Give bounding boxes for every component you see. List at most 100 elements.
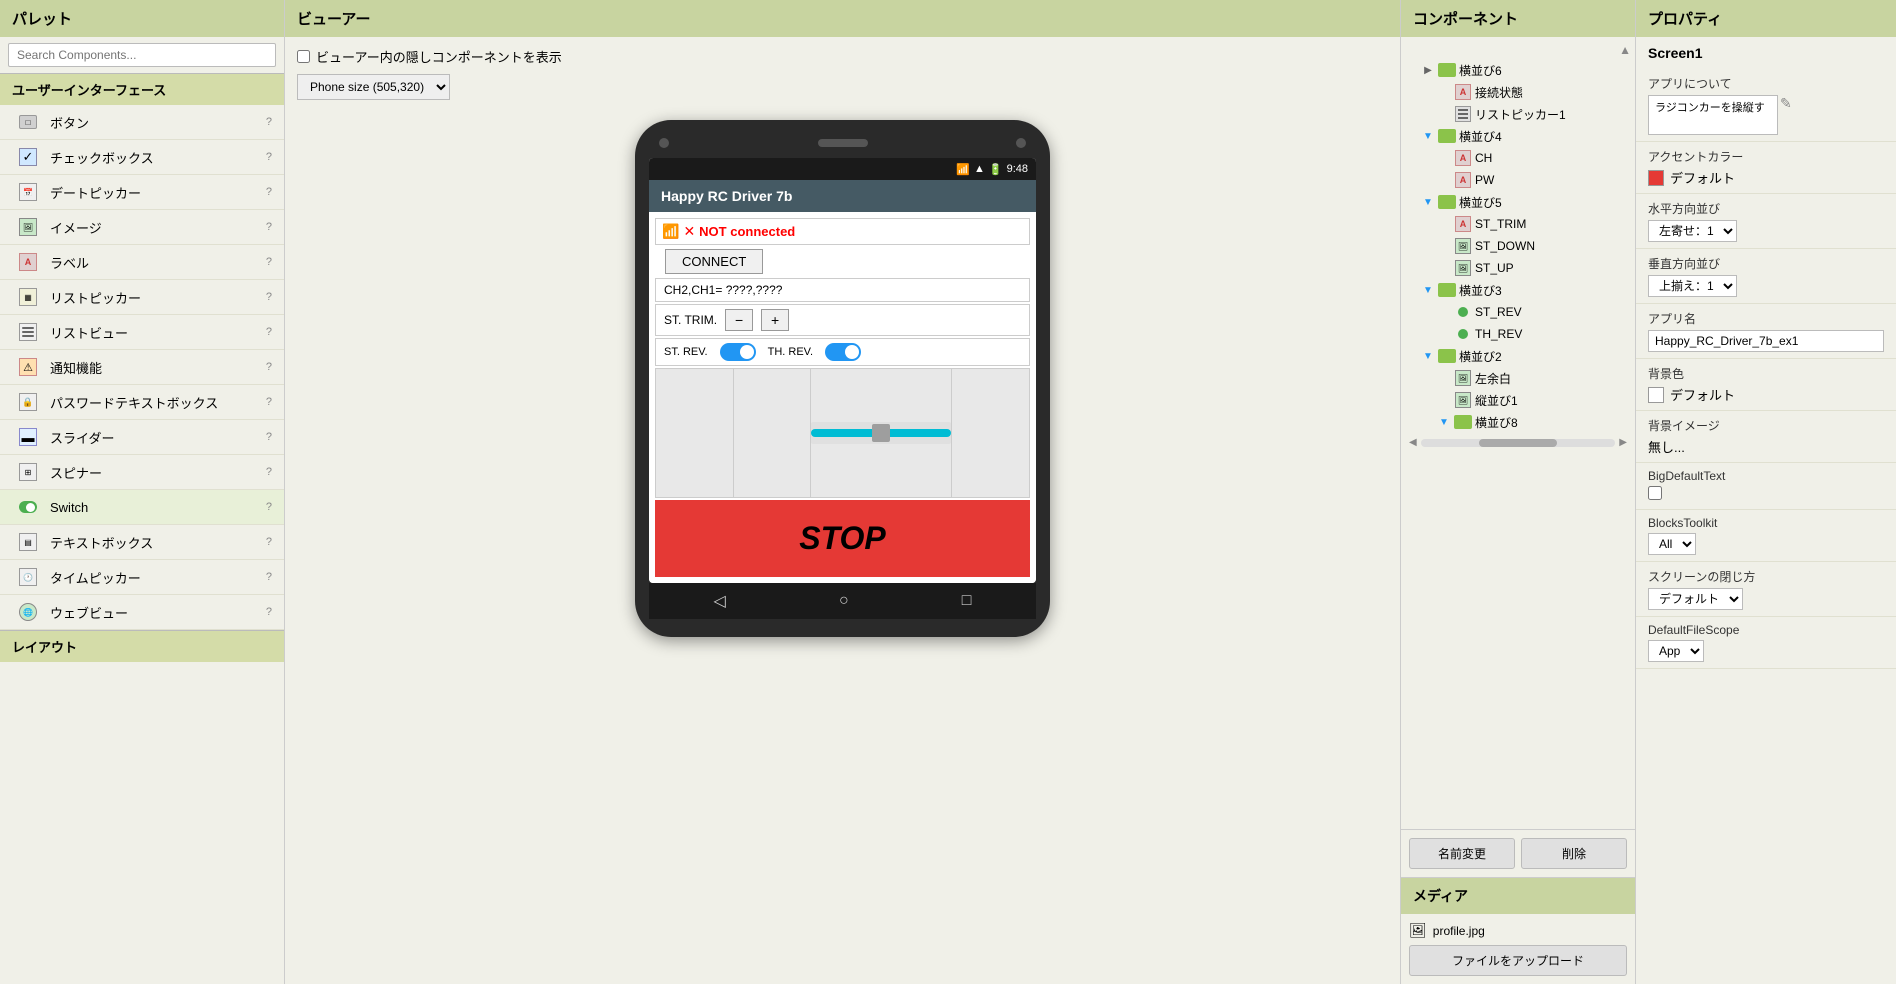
scroll-right-icon[interactable]: ▶ xyxy=(1615,437,1631,448)
phone-app-title: Happy RC Driver 7b xyxy=(661,188,792,204)
tree-item-pw[interactable]: A PW xyxy=(1401,169,1635,191)
tree-item-setsuzokujotai[interactable]: A 接続状態 xyxy=(1401,81,1635,103)
palette-item-label: スピナー xyxy=(50,463,266,482)
prop-appname-input[interactable] xyxy=(1648,330,1884,352)
upload-button[interactable]: ファイルをアップロード xyxy=(1409,945,1627,976)
prop-blockstoolkit-select[interactable]: All xyxy=(1648,533,1696,555)
expand-icon[interactable]: ▼ xyxy=(1421,283,1435,297)
palette-item-image[interactable]: 🖼 イメージ ? xyxy=(0,210,284,245)
delete-button[interactable]: 削除 xyxy=(1521,838,1627,869)
palette-item-label: リストピッカー xyxy=(50,288,266,307)
tree-item-strev[interactable]: ST_REV xyxy=(1401,301,1635,323)
notifier-icon: ⚠ xyxy=(16,355,40,379)
st-rev-label: ST. REV. xyxy=(664,346,708,358)
recents-button[interactable]: □ xyxy=(962,592,972,610)
scroll-up-area: ▲ xyxy=(1401,41,1635,59)
back-button[interactable]: ◁ xyxy=(714,591,726,611)
prop-valign-select[interactable]: 上揃え：1 xyxy=(1648,275,1737,297)
prop-about-textarea[interactable]: ラジコンカーを操縦す xyxy=(1648,95,1778,135)
expand-icon[interactable]: ▼ xyxy=(1421,129,1435,143)
th-rev-switch[interactable] xyxy=(825,343,861,361)
palette-item-timepicker[interactable]: 🕐 タイムピッカー ? xyxy=(0,560,284,595)
scrollbar-track[interactable] xyxy=(1421,439,1616,447)
folder-icon xyxy=(1438,193,1456,211)
bgcolor-swatch[interactable] xyxy=(1648,387,1664,403)
prop-halign-select[interactable]: 左寄せ：1 xyxy=(1648,220,1737,242)
palette-item-label: 通知機能 xyxy=(50,358,266,377)
viewer-title: ビューアー xyxy=(297,11,371,28)
prop-bgcolor-label: 背景色 xyxy=(1648,365,1884,382)
media-file-label: profile.jpg xyxy=(1433,924,1485,938)
tree-item-threv[interactable]: TH_REV xyxy=(1401,323,1635,345)
palette-item-button[interactable]: □ ボタン ? xyxy=(0,105,284,140)
home-button[interactable]: ○ xyxy=(839,592,849,610)
trim-minus-button[interactable]: − xyxy=(725,309,753,331)
palette-item-textbox[interactable]: ▤ テキストボックス ? xyxy=(0,525,284,560)
image-icon: 🖼 xyxy=(16,215,40,239)
phone-frame: 📶 ▲ 🔋 9:48 Happy RC Driver 7b 📶 ✕ NOT co… xyxy=(635,120,1050,637)
trim-plus-button[interactable]: + xyxy=(761,309,789,331)
prop-bigdefaulttext-checkbox[interactable] xyxy=(1648,486,1662,500)
tree-item-yokonarabi2[interactable]: ▼ 横並び2 xyxy=(1401,345,1635,367)
tree-item-sttrim[interactable]: A ST_TRIM xyxy=(1401,213,1635,235)
palette-item-label[interactable]: A ラベル ? xyxy=(0,245,284,280)
prop-screenclose-select[interactable]: デフォルト xyxy=(1648,588,1743,610)
stop-button[interactable]: STOP xyxy=(655,500,1030,577)
tree-item-stup[interactable]: 🖼 ST_UP xyxy=(1401,257,1635,279)
tree-label-sttrim: ST_TRIM xyxy=(1475,217,1526,231)
tree-item-yokonarabi6[interactable]: ▶ 横並び6 xyxy=(1401,59,1635,81)
expand-icon[interactable]: ▼ xyxy=(1421,349,1435,363)
palette-item-notifier[interactable]: ⚠ 通知機能 ? xyxy=(0,350,284,385)
palette-item-label: テキストボックス xyxy=(50,533,266,552)
properties-panel: プロパティ Screen1 アプリについて ラジコンカーを操縦す ✎ アクセント… xyxy=(1636,0,1896,984)
tree-label-yokonarabi2: 横並び2 xyxy=(1459,348,1502,365)
rename-button[interactable]: 名前変更 xyxy=(1409,838,1515,869)
prop-bgimage-value: 無し... xyxy=(1648,440,1685,455)
expand-icon[interactable]: ▼ xyxy=(1437,415,1451,429)
prop-filescope-select[interactable]: App xyxy=(1648,640,1704,662)
viewer-size-row: Phone size (505,320) xyxy=(297,74,1388,100)
expand-icon[interactable]: ▼ xyxy=(1421,195,1435,209)
checkbox-icon: ✓ xyxy=(16,145,40,169)
switch-tree-icon xyxy=(1454,325,1472,343)
tree-item-yokonarabi4[interactable]: ▼ 横並び4 xyxy=(1401,125,1635,147)
tree-label-yokonarabi3: 横並び3 xyxy=(1459,282,1502,299)
accentcolor-swatch[interactable] xyxy=(1648,170,1664,186)
connect-button[interactable]: CONNECT xyxy=(665,249,763,274)
prop-bgimage-group: 背景イメージ 無し... xyxy=(1636,411,1896,463)
palette-item-checkbox[interactable]: ✓ チェックボックス ? xyxy=(0,140,284,175)
palette-item-spinner[interactable]: ⊞ スピナー ? xyxy=(0,455,284,490)
tree-item-yokonarabi8[interactable]: ▼ 横並び8 xyxy=(1401,411,1635,433)
slider-col-1 xyxy=(656,369,734,497)
tree-item-yokonarabi3[interactable]: ▼ 横並び3 xyxy=(1401,279,1635,301)
palette-item-passwordtextbox[interactable]: 🔒 パスワードテキストボックス ? xyxy=(0,385,284,420)
scroll-up-icon[interactable]: ▲ xyxy=(1619,43,1631,57)
phone-size-select[interactable]: Phone size (505,320) xyxy=(297,74,450,100)
tree-item-stdown[interactable]: 🖼 ST_DOWN xyxy=(1401,235,1635,257)
horizontal-slider[interactable] xyxy=(811,422,951,444)
folder-icon xyxy=(1438,61,1456,79)
palette-item-listpicker[interactable]: ▦ リストピッカー ? xyxy=(0,280,284,315)
viewer-panel: ビューアー ビューアー内の隠しコンポーネントを表示 Phone size (50… xyxy=(285,0,1401,984)
st-rev-switch[interactable] xyxy=(720,343,756,361)
hidden-components-checkbox[interactable] xyxy=(297,50,310,63)
palette-item-datepicker[interactable]: 📅 デートピッカー ? xyxy=(0,175,284,210)
palette-item-webview[interactable]: 🌐 ウェブビュー ? xyxy=(0,595,284,630)
tree-item-tatenarabi1[interactable]: 🖼 縦並び1 xyxy=(1401,389,1635,411)
palette-item-slider[interactable]: ▬ スライダー ? xyxy=(0,420,284,455)
tree-item-ch[interactable]: A CH xyxy=(1401,147,1635,169)
ch-row: CH2,CH1= ????,???? xyxy=(655,278,1030,302)
palette-item-switch[interactable]: Switch ? xyxy=(0,490,284,525)
tree-item-hidariyohaku[interactable]: 🖼 左余白 xyxy=(1401,367,1635,389)
scroll-left-icon[interactable]: ◀ xyxy=(1405,437,1421,448)
sliders-area xyxy=(655,368,1030,498)
expand-icon[interactable]: ▶ xyxy=(1421,63,1435,77)
tree-item-listpicker1[interactable]: リストピッカー1 xyxy=(1401,103,1635,125)
prop-appname-group: アプリ名 xyxy=(1636,304,1896,359)
search-input[interactable] xyxy=(8,43,276,67)
edit-icon[interactable]: ✎ xyxy=(1780,95,1792,112)
phone-speaker xyxy=(818,139,868,147)
tree-item-yokonarabi5[interactable]: ▼ 横並び5 xyxy=(1401,191,1635,213)
palette-item-listview[interactable]: リストビュー ? xyxy=(0,315,284,350)
clock: 9:48 xyxy=(1007,163,1028,175)
